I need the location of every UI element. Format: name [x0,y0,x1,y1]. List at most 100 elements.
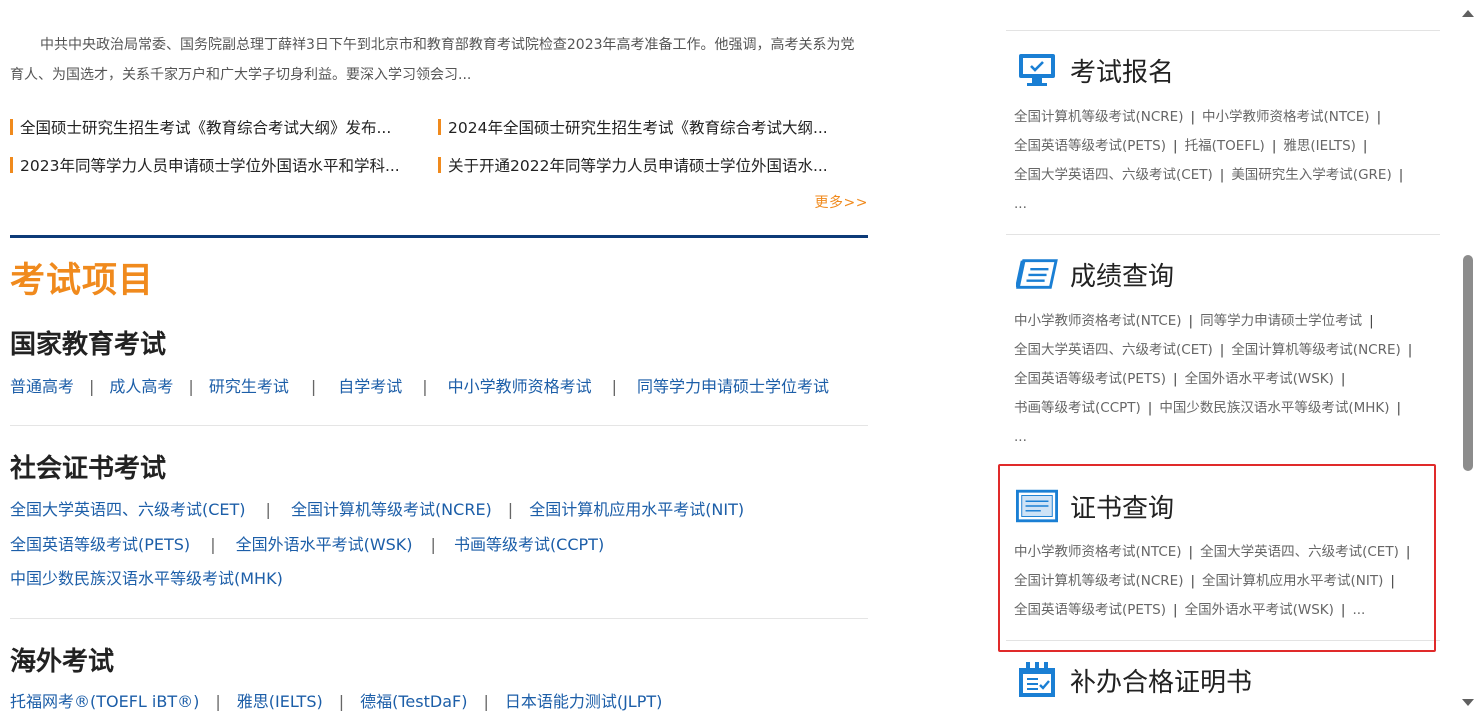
calendar-check-icon [1016,660,1058,700]
exam-link[interactable]: 同等学力申请硕士学位考试 [637,377,829,396]
scrollbar[interactable] [1458,0,1478,717]
highlight-box [998,464,1436,652]
separator: | [1376,109,1382,125]
exam-link[interactable]: 托福网考®(TOEFL iBT®) [10,692,199,711]
category-links: 中国少数民族汉语水平等级考试(MHK) [10,568,283,590]
news-link[interactable]: 2024年全国硕士研究生招生考试《教育综合考试大纲... [438,113,868,143]
news-link[interactable]: 全国硕士研究生招生考试《教育综合考试大纲》发布... [10,113,430,143]
registration-links: 全国计算机等级考试(NCRE) | 中小学教师资格考试(NTCE) | 全国英语等级考… [1014,103,1440,219]
category-divider [10,618,868,619]
exam-link[interactable]: 全国大学英语四、六级考试(CET) [10,500,246,519]
scroll-down-arrow-icon[interactable] [1462,699,1474,706]
separator: | [1190,109,1196,125]
separator: | [611,377,618,396]
more-news-link[interactable]: 更多>> [815,192,868,212]
category-title: 国家教育考试 [10,330,167,360]
exam-link[interactable]: 全国英语等级考试(PETS) [1014,138,1166,154]
separator: | [1271,138,1277,154]
category-title: 海外考试 [10,647,115,677]
separator: | [1362,138,1368,154]
exam-link[interactable]: 全国外语水平考试(WSK) [1185,371,1334,387]
scores-links: 中小学教师资格考试(NTCE) | 同等学力申请硕士学位考试 | 全国大学英语四、六级… [1014,307,1440,452]
exam-link[interactable]: 书画等级考试(CCPT) [1014,400,1141,416]
separator: | [1407,342,1413,358]
section-title: 考试项目 [10,261,155,301]
category-links: 普通高考 | 成人高考 | 研究生考试 | 自学考试 | 中小学教师资格考试 | 同等学力申请硕士学… [10,376,829,398]
registration-title: 考试报名 [1070,57,1175,88]
separator: | [1173,138,1178,154]
separator: | [1219,167,1225,183]
scroll-up-arrow-icon[interactable] [1462,10,1474,17]
exam-link[interactable]: 全国英语等级考试(PETS) [1014,371,1166,387]
exam-link[interactable]: 德福(TestDaF) [360,692,467,711]
scores-title: 成绩查询 [1070,261,1175,292]
exam-link[interactable]: 中国少数民族汉语水平等级考试(MHK) [1159,400,1389,416]
separator: | [483,692,489,711]
separator: | [338,692,345,711]
exam-link[interactable]: 自学考试 [338,377,402,396]
category-links: 托福网考®(TOEFL iBT®) | 雅思(IELTS) | 德福(TestDaF) |… [10,691,662,713]
more-link[interactable]: ... [1014,196,1027,212]
reissue-header[interactable]: 补办合格证明书 [1016,660,1252,700]
exam-link[interactable]: 全国外语水平考试(WSK) [236,535,413,554]
score-report-icon [1016,254,1058,294]
category-title: 社会证书考试 [10,454,167,484]
category-links: 全国英语等级考试(PETS) | 全国外语水平考试(WSK) | 书画等级考试(CCPT… [10,534,604,556]
separator: | [188,377,194,396]
separator: | [310,377,317,396]
registration-header[interactable]: 考试报名 [1016,50,1174,90]
separator: | [1173,371,1178,387]
exam-link[interactable]: 托福(TOEFL) [1185,138,1265,154]
more-link[interactable]: ... [1014,429,1027,445]
exam-link[interactable]: 美国研究生入学考试(GRE) [1231,167,1391,183]
main-column: 中共中央政治局常委、国务院副总理丁薛祥3日下午到北京市和教育部教育考试院检查20… [0,0,880,717]
exam-link[interactable]: 全国计算机等级考试(NCRE) [1231,342,1400,358]
separator: | [210,535,216,554]
exam-link[interactable]: 同等学力申请硕士学位考试 [1200,313,1362,329]
separator: | [1396,400,1402,416]
news-row: 全国硕士研究生招生考试《教育综合考试大纲》发布... 2024年全国硕士研究生招… [10,113,868,143]
exam-link[interactable]: 中小学教师资格考试 [448,377,592,396]
news-row: 2023年同等学力人员申请硕士学位外国语水平和学科... 关于开通2022年同等… [10,151,868,181]
exam-link[interactable]: 日本语能力测试(JLPT) [505,692,663,711]
news-link[interactable]: 2023年同等学力人员申请硕士学位外国语水平和学科... [10,151,430,181]
exam-link[interactable]: 成人高考 [109,377,173,396]
reissue-title: 补办合格证明书 [1070,667,1253,698]
separator: | [1369,313,1374,329]
separator: | [430,535,436,554]
exam-link[interactable]: 全国计算机等级考试(NCRE) [291,500,492,519]
scores-header[interactable]: 成绩查询 [1016,254,1174,294]
news-summary: 中共中央政治局常委、国务院副总理丁薛祥3日下午到北京市和教育部教育考试院检查20… [10,37,855,83]
exam-link[interactable]: 中小学教师资格考试(NTCE) [1014,313,1182,329]
exam-link[interactable]: 书画等级考试(CCPT) [454,535,604,554]
exam-link[interactable]: 全国大学英语四、六级考试(CET) [1014,342,1213,358]
sidebar-divider [1006,30,1440,31]
separator: | [89,377,95,396]
section-divider [10,235,868,238]
exam-link[interactable]: 全国计算机等级考试(NCRE) [1014,109,1183,125]
exam-link[interactable]: 雅思(IELTS) [1283,138,1356,154]
separator: | [422,377,428,396]
exam-link[interactable]: 全国英语等级考试(PETS) [10,535,190,554]
scrollbar-thumb[interactable] [1463,255,1473,471]
separator: | [1188,313,1194,329]
category-divider [10,425,868,426]
separator: | [1147,400,1153,416]
exam-link[interactable]: 全国计算机应用水平考试(NIT) [529,500,744,519]
sidebar-divider [1006,234,1440,235]
separator: | [265,500,271,519]
exam-link[interactable]: 普通高考 [10,377,74,396]
exam-link[interactable]: 中小学教师资格考试(NTCE) [1202,109,1370,125]
separator: | [1398,167,1404,183]
separator: | [1219,342,1225,358]
separator: | [215,692,221,711]
exam-link[interactable]: 雅思(IELTS) [237,692,323,711]
category-links: 全国大学英语四、六级考试(CET) | 全国计算机等级考试(NCRE) | 全国计算机应… [10,499,744,521]
separator: | [1340,371,1346,387]
exam-link[interactable]: 研究生考试 [209,377,289,396]
exam-link[interactable]: 全国大学英语四、六级考试(CET) [1014,167,1213,183]
news-link[interactable]: 关于开通2022年同等学力人员申请硕士学位外国语水... [438,151,868,181]
monitor-icon [1016,50,1058,90]
separator: | [507,500,514,519]
exam-link[interactable]: 中国少数民族汉语水平等级考试(MHK) [10,569,283,588]
